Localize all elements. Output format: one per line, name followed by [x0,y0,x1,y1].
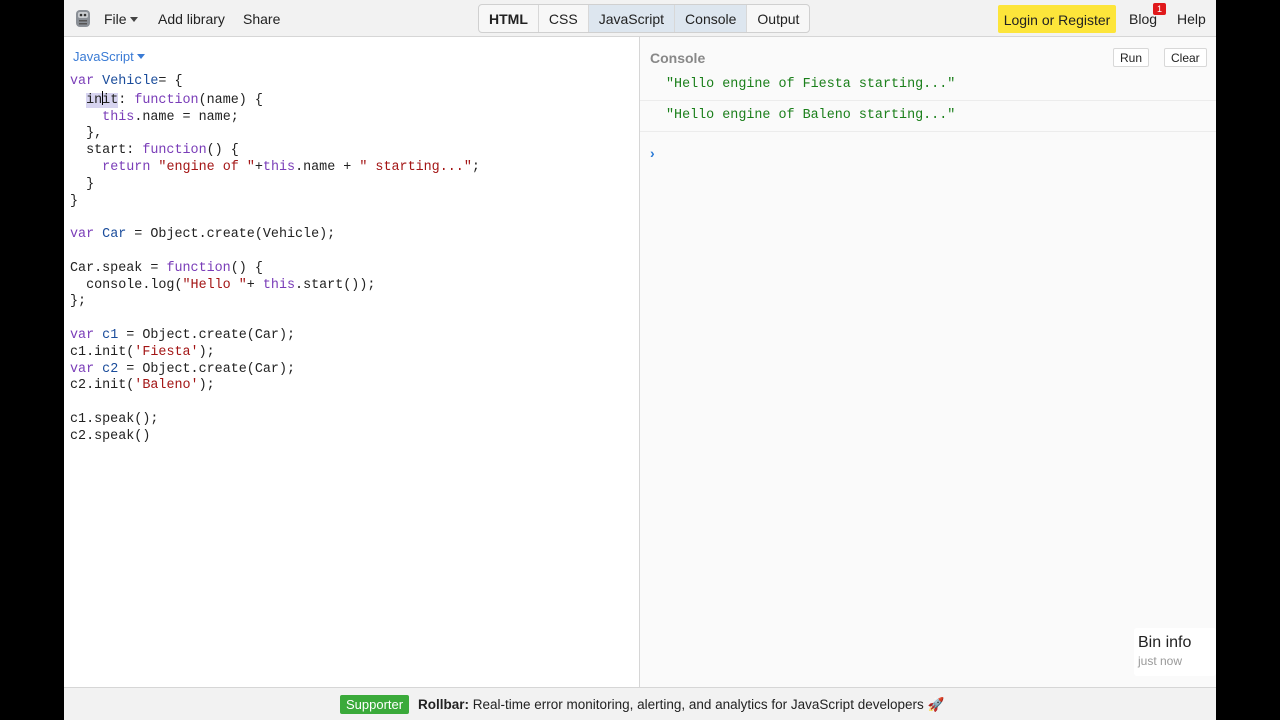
code-line[interactable]: ​ [70,311,480,328]
code-line[interactable]: }; [70,294,480,311]
file-menu-label: File [104,11,127,27]
tab-javascript[interactable]: JavaScript [588,5,676,32]
jsbin-logo-icon[interactable] [73,8,93,29]
code-line[interactable]: c1.init('Fiesta'); [70,345,480,362]
tab-css[interactable]: CSS [539,5,589,32]
editor-language-selector[interactable]: JavaScript [73,49,145,64]
code-line[interactable]: init: function(name) { [70,90,480,110]
code-line[interactable]: ​ [70,210,480,227]
code-line[interactable]: var c1 = Object.create(Car); [70,328,480,345]
code-line[interactable]: var Vehicle= { [70,74,480,91]
chevron-down-icon [129,16,138,22]
code-line[interactable]: this.name = name; [70,110,480,127]
code-line[interactable]: c2.speak() [70,429,480,446]
login-register-button[interactable]: Login or Register [998,5,1116,33]
javascript-editor-panel[interactable]: JavaScript var Vehicle= { init: function… [64,37,639,687]
help-link[interactable]: Help [1177,11,1206,27]
code-line[interactable]: } [70,194,480,211]
code-line[interactable]: c2.init('Baleno'); [70,378,480,395]
console-log-line: "Hello engine of Fiesta starting..." [640,70,1216,101]
code-line[interactable]: } [70,177,480,194]
blog-notification-badge: 1 [1153,3,1166,15]
add-library-menu[interactable]: Add library [158,11,225,27]
code-line[interactable]: start: function() { [70,143,480,160]
code-line[interactable]: ​ [70,244,480,261]
code-editor[interactable]: var Vehicle= { init: function(name) { th… [70,74,480,446]
code-line[interactable]: console.log("Hello "+ this.start()); [70,278,480,295]
top-toolbar: File Add library Share HTML CSS JavaScri… [64,0,1216,37]
editor-language-label: JavaScript [73,49,134,64]
code-line[interactable]: }, [70,126,480,143]
supporter-badge[interactable]: Supporter [340,695,410,714]
console-log-line: "Hello engine of Baleno starting..." [640,101,1216,132]
share-menu[interactable]: Share [243,11,280,27]
sponsor-text: Real-time error monitoring, alerting, an… [472,697,924,712]
panel-toggle-group: HTML CSS JavaScript Console Output [478,4,811,33]
sponsor-bar: Supporter Rollbar: Real-time error monit… [64,687,1216,720]
console-panel: Console Run Clear "Hello engine of Fiest… [640,37,1216,687]
console-prompt-icon[interactable]: › [650,145,655,161]
bin-info-timestamp: just now [1138,654,1183,668]
tab-output[interactable]: Output [747,5,809,32]
code-line[interactable]: var Car = Object.create(Vehicle); [70,227,480,244]
run-button[interactable]: Run [1113,48,1150,67]
code-line[interactable]: ​ [70,395,480,412]
code-line[interactable]: var c2 = Object.create(Car); [70,362,480,379]
bin-info-title: Bin info [1138,634,1192,651]
code-line[interactable]: Car.speak = function() { [70,261,480,278]
clear-button[interactable]: Clear [1164,48,1207,67]
sponsor-name: Rollbar: [418,697,470,712]
bin-info-widget[interactable]: Bin info just now [1134,628,1216,676]
file-menu[interactable]: File [104,11,138,27]
code-line[interactable]: c1.speak(); [70,412,480,429]
tab-console[interactable]: Console [675,5,748,32]
code-line[interactable]: return "engine of "+this.name + " starti… [70,160,480,177]
jsbin-app: File Add library Share HTML CSS JavaScri… [64,0,1216,720]
rocket-icon: 🚀 [927,697,945,712]
tab-html[interactable]: HTML [479,5,539,32]
chevron-down-icon [136,54,145,60]
console-title: Console [650,50,706,66]
sponsor-message[interactable]: Rollbar: Real-time error monitoring, ale… [418,697,944,713]
